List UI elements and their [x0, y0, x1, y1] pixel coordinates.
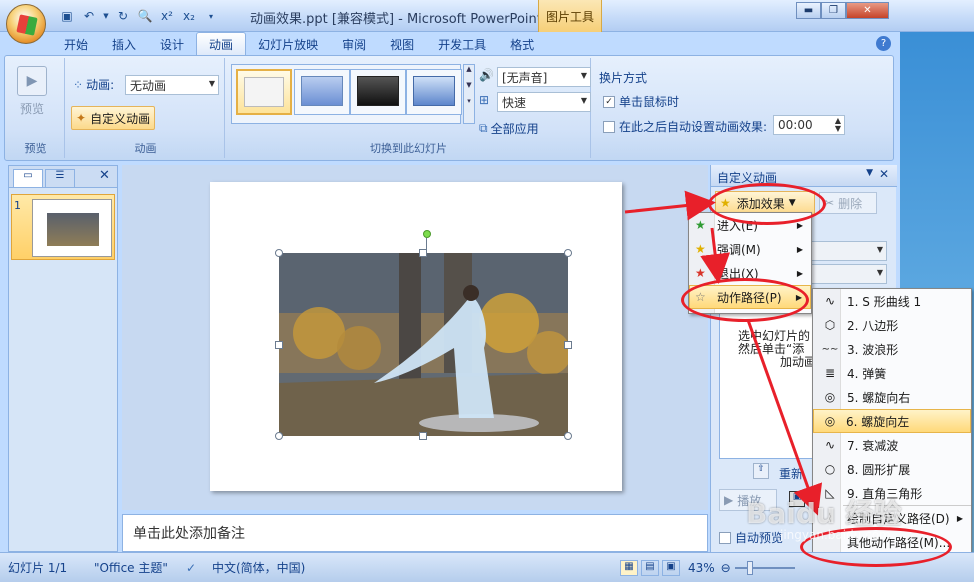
arrow-to-motion-path — [700, 227, 731, 284]
watermark-url: jingyan.baidu.com — [780, 528, 891, 542]
office-logo-icon — [16, 14, 38, 36]
office-button[interactable] — [6, 4, 46, 44]
arrow-to-add-effect — [624, 190, 716, 221]
watermark-logo: Baidu 经验 — [746, 497, 902, 530]
arrow-to-more-paths — [746, 319, 823, 516]
